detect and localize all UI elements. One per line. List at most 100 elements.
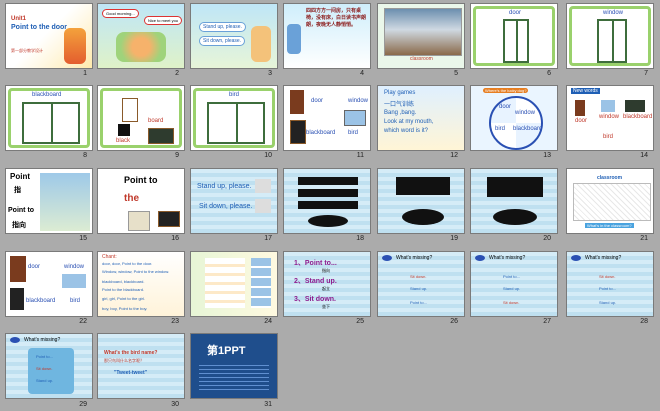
slide-7[interactable]: window (566, 3, 654, 69)
chant-line: boy, boy, Point to the boy. (102, 306, 148, 311)
slide-number: 15 (79, 235, 87, 242)
slide-number: 17 (264, 235, 272, 242)
board-photo (10, 288, 24, 310)
phrase-card: Stand up. (503, 286, 521, 291)
door-photo (10, 256, 26, 282)
slide-1[interactable]: Unit1 Point to the door 第一部分教学设计 (5, 3, 93, 69)
hidden-card (487, 177, 543, 197)
slide-sorter-view: { "slides": [ {"n":"1","unit":"Unit1","t… (0, 0, 660, 411)
door-illustration (503, 19, 529, 63)
bird-illustration (207, 102, 265, 144)
spinner-wheel (489, 96, 543, 150)
door-photo (575, 100, 585, 116)
slide-title: New words (571, 88, 600, 94)
slide-9[interactable]: board black (97, 85, 185, 151)
slide-16[interactable]: Point to the (97, 168, 185, 234)
slide-19[interactable] (377, 168, 465, 234)
bird-icon (475, 255, 485, 261)
slide-number: 21 (640, 235, 648, 242)
slide-5[interactable]: classroom (377, 3, 465, 69)
translation-label: 指向 (12, 221, 26, 229)
slide-27[interactable]: What's missing? Point to... Stand up. Si… (470, 251, 558, 317)
word-label: blackboard (306, 130, 336, 136)
unit-label: Unit1 (11, 16, 26, 22)
board-photo (158, 211, 180, 227)
word-label: bird (495, 126, 506, 132)
slide-number: 27 (543, 318, 551, 325)
blackboard-picture (148, 128, 174, 144)
slide-title: Point to (124, 175, 158, 185)
phrase-card: Sit down. (503, 300, 520, 305)
slide-17[interactable]: Stand up, please. Sit down, please. (190, 168, 278, 234)
phrase-translation: 坐下 (322, 304, 330, 309)
window-photo (62, 274, 86, 288)
word-label: door (575, 118, 588, 124)
slide-number: 25 (356, 318, 364, 325)
slide-21[interactable]: classroom What's in the classroom? (566, 168, 654, 234)
word-label: window (64, 264, 85, 270)
slide-29[interactable]: What's missing? Point to... Sit down. St… (5, 333, 93, 399)
hidden-card (396, 177, 450, 195)
hidden-card (298, 177, 358, 185)
board-photo (625, 100, 645, 112)
students-photo (255, 199, 271, 213)
game-line: which word is it? (384, 128, 429, 134)
slide-number: 4 (360, 70, 364, 77)
phrase-item: 2、Stand up. (294, 278, 337, 285)
slide-22[interactable]: door window blackboard bird (5, 251, 93, 317)
riddle-text: 四四方方一间房，只有桌椅，没有床，白日读书声朗朗，夜晚无人静悄悄。 (306, 8, 367, 28)
slide-13[interactable]: Where's the lucky dog? door window bird … (470, 85, 558, 151)
slide-number: 10 (264, 152, 272, 159)
slide-26[interactable]: What's missing? Sit down. Stand up. Poin… (377, 251, 465, 317)
slide-line: Stand up, please. (197, 183, 252, 190)
slide-number: 11 (356, 152, 364, 159)
chant-line: Point to the blackboard. (102, 287, 145, 292)
slide-title: What's missing? (585, 255, 622, 261)
phrase-card: Stand up. (599, 300, 617, 305)
slide-title: Chant: (102, 254, 117, 260)
slide-title: What's missing? (396, 255, 433, 261)
slide-6[interactable]: door (470, 3, 558, 69)
slide-28[interactable]: What's missing? Sit down. Point to... St… (566, 251, 654, 317)
slide-subtitle: 一口气训练 (384, 101, 415, 108)
slide-number: 3 (268, 70, 272, 77)
slide-23[interactable]: Chant: door, door, Point to the door. Wi… (97, 251, 185, 317)
word-label: door (499, 104, 512, 110)
slide-18[interactable] (283, 168, 371, 234)
slide-caption: classroom (410, 56, 433, 62)
word-label: blackboard (623, 114, 653, 120)
slide-20[interactable] (470, 168, 558, 234)
phrase-card: Point to... (410, 300, 427, 305)
slide-31[interactable]: 第1PPT (190, 333, 278, 399)
slide-title: Play games (384, 90, 416, 96)
slide-25[interactable]: 1、Point to... 指向 2、Stand up. 起立 3、Sit do… (283, 251, 371, 317)
word-label: window (515, 110, 536, 116)
word-label: board (148, 118, 164, 124)
slide-number: 28 (640, 318, 648, 325)
slide-12[interactable]: Play games 一口气训练 Bang ,bang. Look at my … (377, 85, 465, 151)
slide-14[interactable]: New words door window blackboard bird (566, 85, 654, 151)
chant-block (205, 258, 245, 308)
slide-4[interactable]: 四四方方一间房，只有桌椅，没有床，白日读书声朗朗，夜晚无人静悄悄。 (283, 3, 371, 69)
slide-11[interactable]: door window blackboard bird (283, 85, 371, 151)
cartoon-characters (64, 28, 86, 64)
slide-15[interactable]: Point 指 Point to 指向 (5, 168, 93, 234)
slide-title: classroom (597, 175, 623, 181)
hidden-oval (308, 215, 348, 227)
slide-10[interactable]: bird (190, 85, 278, 151)
teacher-photo (255, 179, 271, 193)
slide-3[interactable]: Stand up, please. Sit down, please. (190, 3, 278, 69)
slide-number: 29 (79, 401, 87, 408)
children-illustration (251, 26, 271, 62)
chant-line: Window, window, Point to the window. (102, 269, 170, 274)
slide-2[interactable]: Good morning... Nice to meet you (97, 3, 185, 69)
word-label: door (28, 264, 41, 270)
word-label: blackboard (26, 298, 56, 304)
slide-number: 20 (543, 235, 551, 242)
bird-name: "Tweet-tweet" (114, 370, 147, 376)
slide-8[interactable]: blackboard (5, 85, 93, 151)
slide-number: 1 (83, 70, 87, 77)
blackboard-illustration (22, 102, 80, 144)
slide-24[interactable] (190, 251, 278, 317)
slide-30[interactable]: What's the bird name? 那只鸟叫什么名字呢？ "Tweet-… (97, 333, 185, 399)
